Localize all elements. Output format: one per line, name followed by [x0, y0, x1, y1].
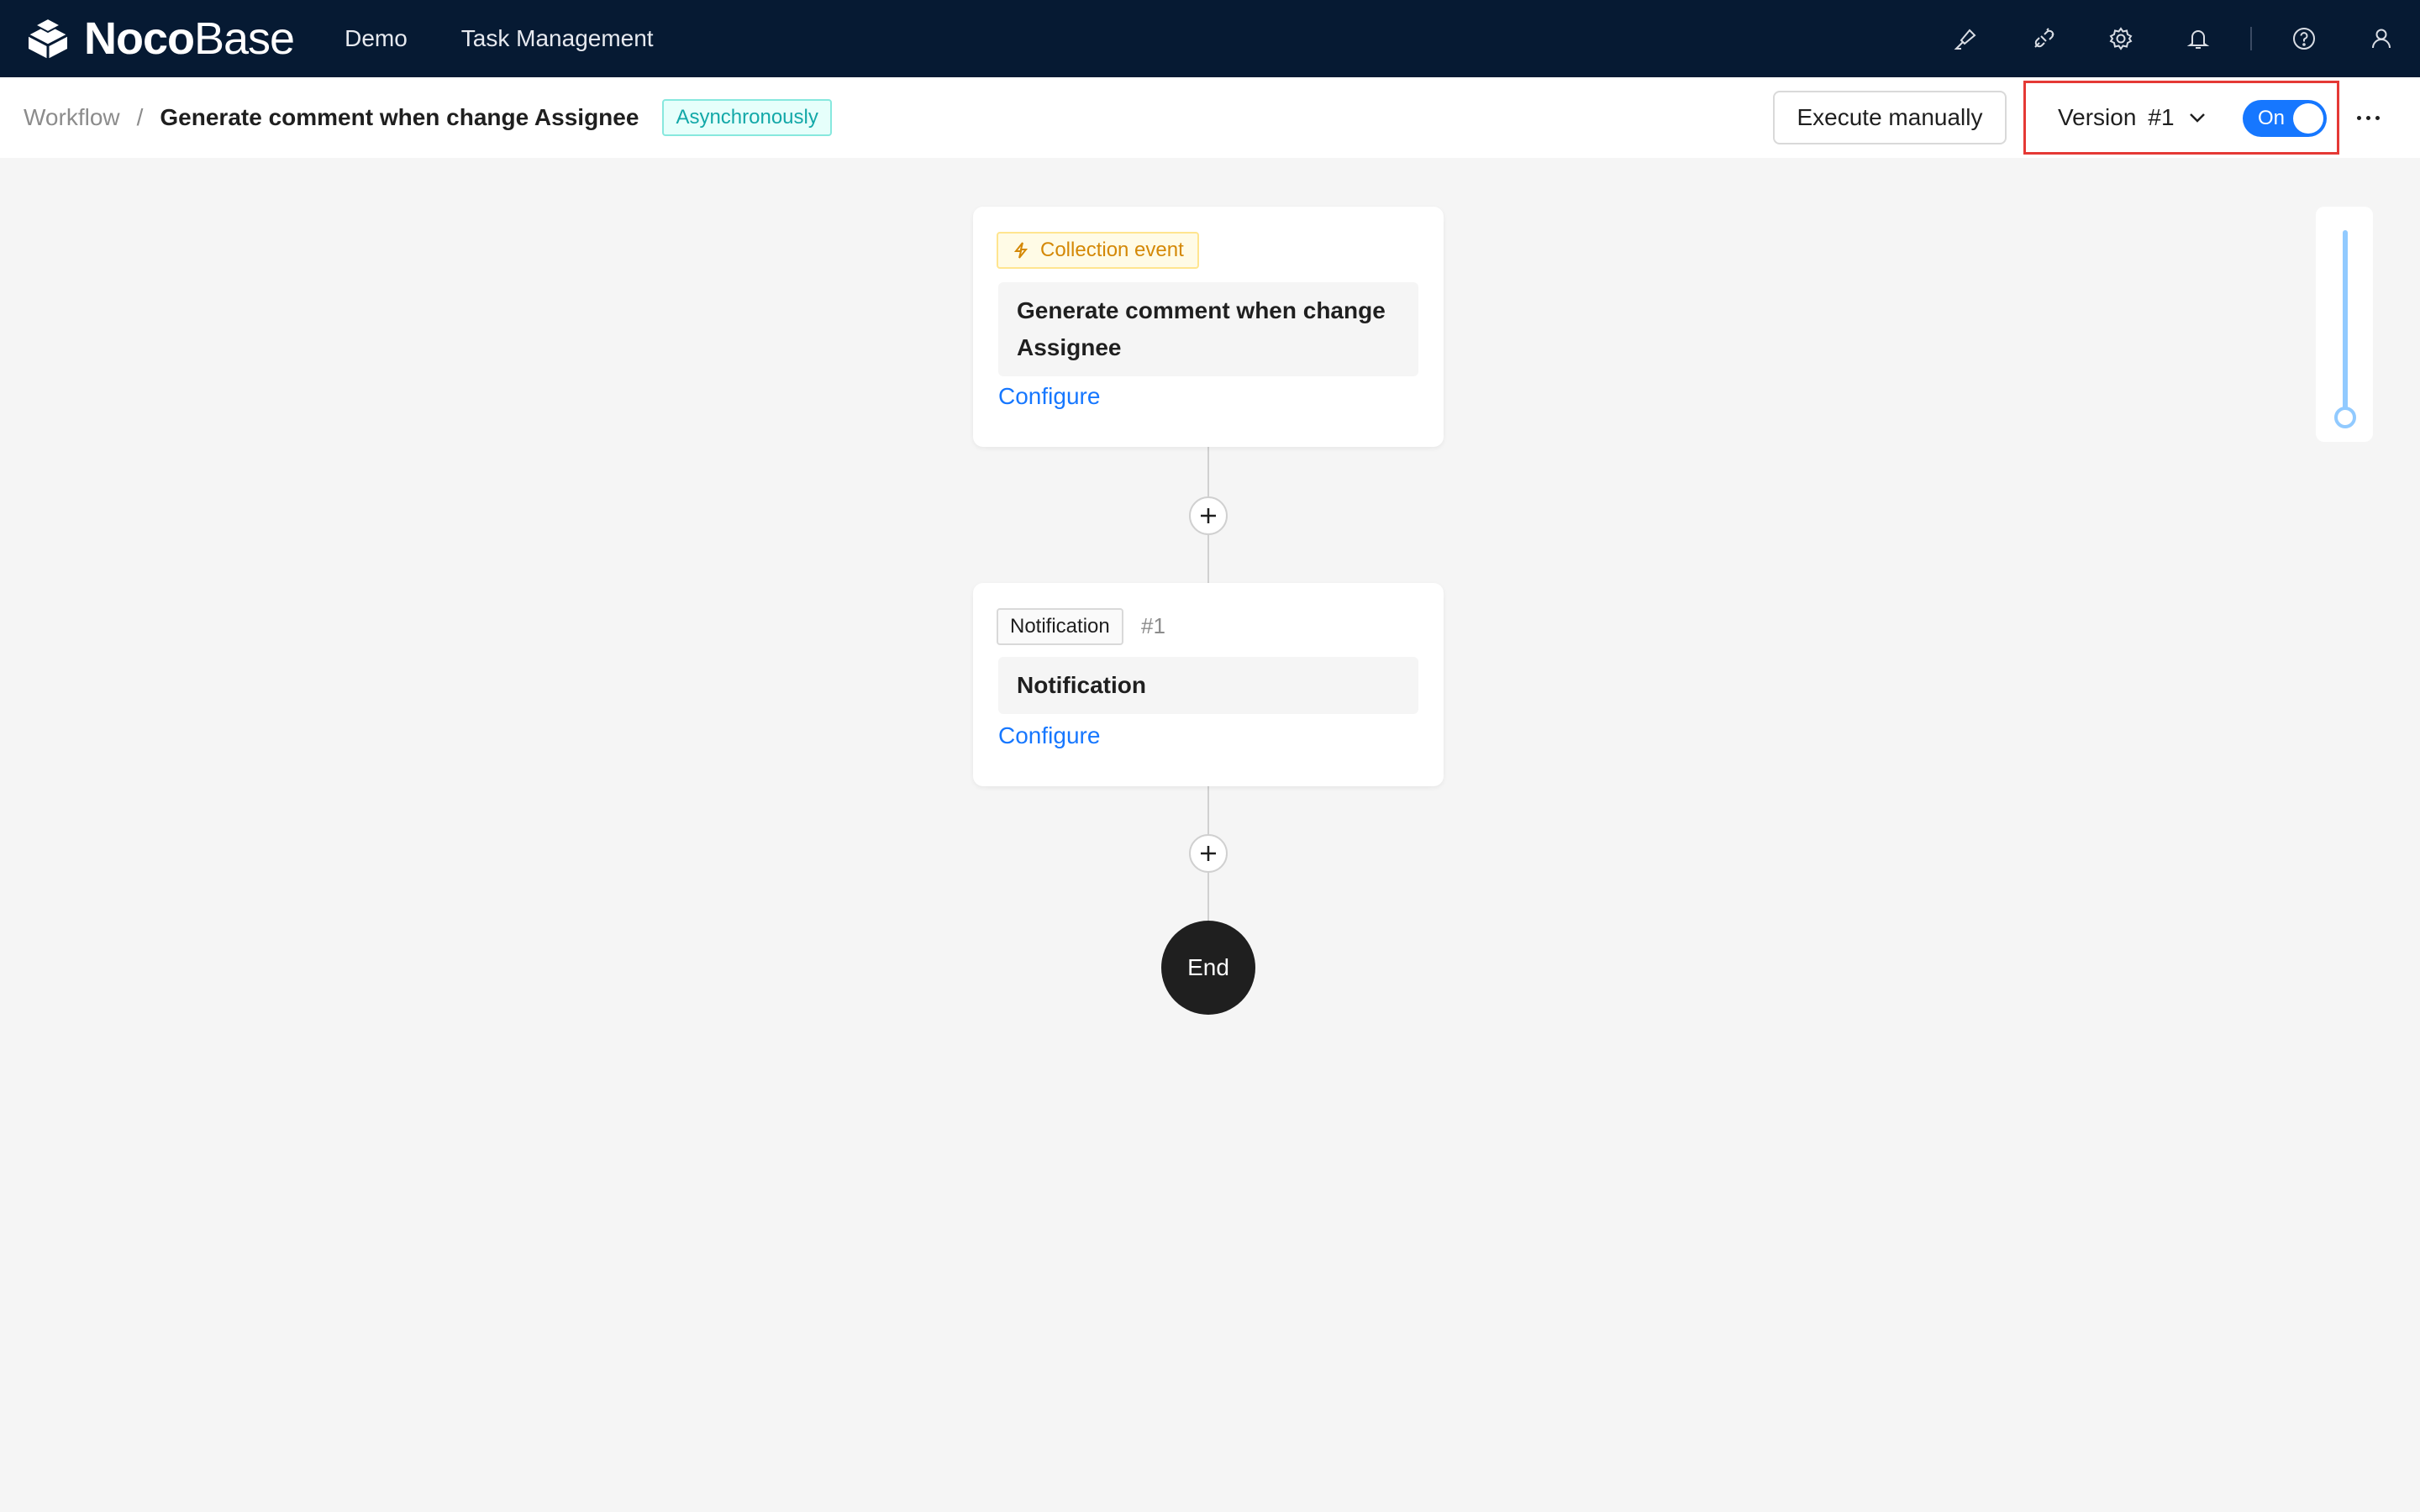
- version-dropdown[interactable]: Version #1: [2058, 104, 2208, 131]
- logo-icon: [28, 17, 68, 59]
- brush-icon[interactable]: [1928, 0, 2005, 77]
- top-navbar: Noco Base Demo Task Management: [0, 0, 2420, 77]
- notification-node-card[interactable]: Notification #1 Notification Configure: [973, 583, 1444, 786]
- plus-icon: [1201, 846, 1216, 861]
- top-menu: Demo Task Management: [345, 25, 708, 52]
- node-type-tag: Notification: [997, 608, 1123, 645]
- plugin-icon[interactable]: [2005, 0, 2082, 77]
- brand-name-light: Base: [194, 13, 295, 64]
- brand-name-bold: Noco: [84, 13, 195, 64]
- gear-icon[interactable]: [2082, 0, 2160, 77]
- lightning-icon: [1013, 242, 1028, 259]
- version-highlight-box: Version #1 On: [2023, 81, 2339, 155]
- toggle-knob: [2293, 103, 2323, 134]
- toggle-label: On: [2258, 107, 2286, 129]
- workflow-title: Generate comment when change Assignee: [160, 104, 639, 130]
- workflow-header: Workflow / Generate comment when change …: [0, 77, 2420, 158]
- collection-event-tag: Collection event: [997, 232, 1199, 269]
- trigger-configure-link[interactable]: Configure: [998, 383, 1100, 410]
- version-number: #1: [2148, 104, 2175, 130]
- trigger-node-card[interactable]: Collection event Generate comment when c…: [973, 207, 1444, 447]
- breadcrumb-workflow-link[interactable]: Workflow: [24, 104, 120, 131]
- bell-icon[interactable]: [2160, 0, 2237, 77]
- version-label: Version: [2058, 104, 2137, 130]
- help-icon[interactable]: [2265, 0, 2343, 77]
- top-actions: [1928, 0, 2420, 77]
- chevron-down-icon: [2189, 113, 2205, 123]
- trigger-type-label: Collection event: [1040, 239, 1184, 261]
- node-id: #1: [1141, 613, 1165, 638]
- zoom-slider-track[interactable]: [2343, 230, 2348, 417]
- nav-item-task-management[interactable]: Task Management: [461, 25, 654, 52]
- trigger-node-title[interactable]: Generate comment when change Assignee: [998, 282, 1418, 376]
- notification-configure-link[interactable]: Configure: [998, 722, 1100, 749]
- end-node: End: [1161, 921, 1255, 1015]
- execute-manually-button[interactable]: Execute manually: [1773, 91, 2007, 144]
- nav-item-demo[interactable]: Demo: [345, 25, 408, 52]
- breadcrumb-separator: /: [136, 104, 144, 130]
- user-icon[interactable]: [2343, 0, 2420, 77]
- add-node-button[interactable]: [1189, 834, 1228, 873]
- more-options-icon[interactable]: [2351, 101, 2385, 134]
- nocobase-logo[interactable]: Noco Base: [24, 0, 295, 77]
- divider: [2250, 27, 2252, 50]
- zoom-slider-panel: [2316, 207, 2373, 442]
- zoom-slider-handle[interactable]: [2334, 407, 2356, 428]
- add-node-button[interactable]: [1189, 496, 1228, 535]
- breadcrumb: Workflow / Generate comment when change …: [24, 104, 639, 131]
- execution-mode-tag: Asynchronously: [662, 99, 832, 136]
- plus-icon: [1201, 508, 1216, 523]
- workflow-enabled-toggle[interactable]: On: [2243, 100, 2327, 137]
- notification-node-title[interactable]: Notification: [998, 657, 1418, 714]
